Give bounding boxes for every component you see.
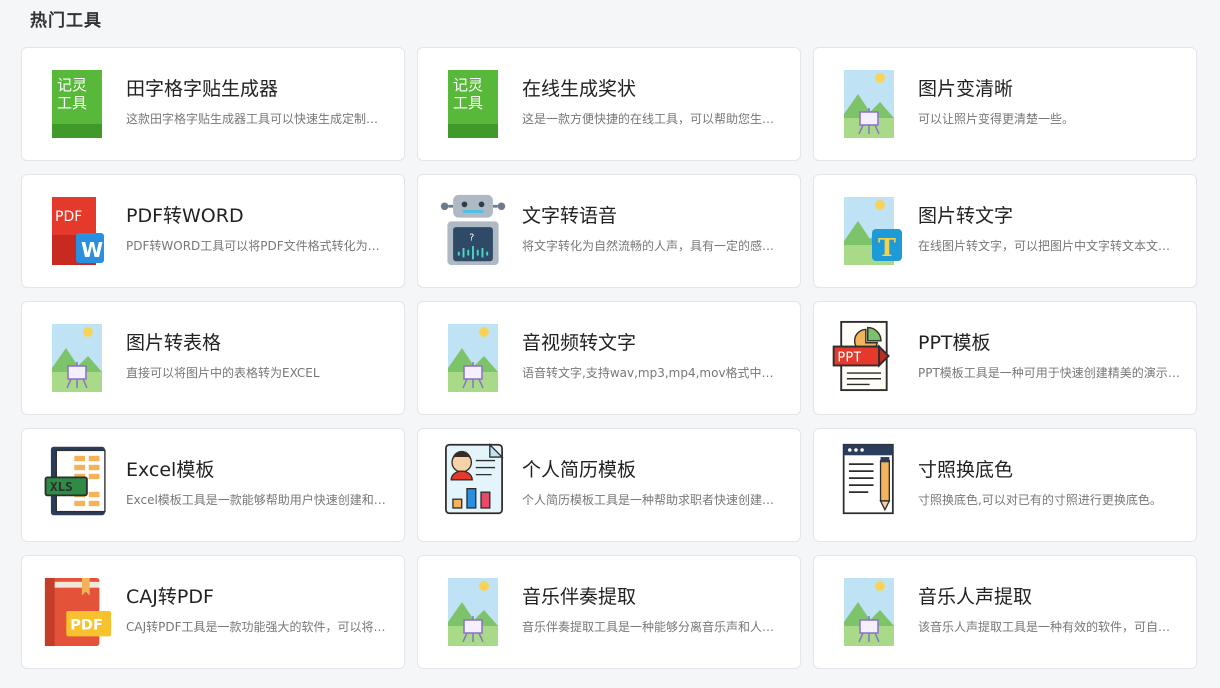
picture-text-icon: T [842,195,904,267]
svg-text:记灵: 记灵 [57,76,87,94]
svg-text:工具: 工具 [57,94,87,112]
tool-description: 寸照换底色,可以对已有的寸照进行更换底色。 [918,493,1162,507]
tool-card-pdf-to-word[interactable]: PDF W PDF转WORD PDF转WORD工具可以将PDF文件格式转化为WO… [21,174,405,288]
robot-voice-icon: ? [438,193,508,265]
tool-description: CAJ转PDF工具是一款功能强大的软件，可以将文件转换 [126,620,388,634]
svg-text:XLS: XLS [50,479,73,494]
tool-card-resume-template[interactable]: 个人简历模板 个人简历模板工具是一种帮助求职者快速创建专业简历 [417,428,801,542]
picture-easel-icon [842,576,896,648]
tool-card-accompaniment-extract[interactable]: 音乐伴奏提取 音乐伴奏提取工具是一种能够分离音乐声和人声的工具 [417,555,801,669]
tool-description: 这款田字格字贴生成器工具可以快速生成定制的字帖 [126,112,388,126]
tool-card-av-to-text[interactable]: 音视频转文字 语音转文字,支持wav,mp3,mp4,mov格式中的语音 [417,301,801,415]
tools-grid: 记灵 工具 田字格字贴生成器 这款田字格字贴生成器工具可以快速生成定制的字帖 记… [21,47,1197,669]
tool-description: Excel模板工具是一款能够帮助用户快速创建和编辑 [126,493,388,507]
tool-card-excel-template[interactable]: XLS Excel模板 Excel模板工具是一款能够帮助用户快速创建和编辑 [21,428,405,542]
tool-title: 寸照换底色 [918,459,1014,481]
tool-title: Excel模板 [126,459,215,481]
svg-text:PDF: PDF [55,209,82,225]
tool-title: 个人简历模板 [522,459,637,481]
caj-to-pdf-icon: PDF [42,576,114,648]
svg-text:记灵: 记灵 [453,76,483,94]
tool-title: 在线生成奖状 [522,78,637,100]
tool-title: PDF转WORD [126,205,244,227]
tool-card-image-to-text[interactable]: T 图片转文字 在线图片转文字，可以把图片中文字转文本文件内容 [813,174,1197,288]
tool-title: 音乐伴奏提取 [522,586,637,608]
tool-title: 图片转表格 [126,332,222,354]
picture-easel-icon [50,322,104,394]
tool-description: 语音转文字,支持wav,mp3,mp4,mov格式中的语音 [522,366,784,380]
tool-card-caj-to-pdf[interactable]: PDF CAJ转PDF CAJ转PDF工具是一款功能强大的软件，可以将文件转换 [21,555,405,669]
tool-description: 直接可以将图片中的表格转为EXCEL [126,366,320,380]
tool-title: 图片变清晰 [918,78,1014,100]
tool-card-image-to-table[interactable]: 图片转表格 直接可以将图片中的表格转为EXCEL [21,301,405,415]
picture-easel-icon [446,322,500,394]
tool-card-image-sharpen[interactable]: 图片变清晰 可以让照片变得更清楚一些。 [813,47,1197,161]
tool-card-text-to-speech[interactable]: ? 文字转语音 将文字转化为自然流畅的人声，具有一定的感情色彩 [417,174,801,288]
svg-text:PPT: PPT [837,351,861,366]
tool-card-vocal-extract[interactable]: 音乐人声提取 该音乐人声提取工具是一种有效的软件，可自动提取人声 [813,555,1197,669]
excel-template-icon: XLS [40,445,114,517]
tool-title: PPT模板 [918,332,991,354]
tool-title: 音视频转文字 [522,332,637,354]
tool-description: 该音乐人声提取工具是一种有效的软件，可自动提取人声 [918,620,1180,634]
picture-easel-icon [842,68,896,140]
svg-text:W: W [81,238,103,262]
section-title: 热门工具 [30,11,102,31]
tool-description: PDF转WORD工具可以将PDF文件格式转化为WORD [126,239,388,253]
tool-card-ppt-template[interactable]: PPT PPT模板 PPT模板工具是一种可用于快速创建精美的演示文稿 [813,301,1197,415]
tool-description: 在线图片转文字，可以把图片中文字转文本文件内容 [918,239,1180,253]
tool-description: 音乐伴奏提取工具是一种能够分离音乐声和人声的工具 [522,620,784,634]
tool-title: CAJ转PDF [126,586,214,608]
tool-card-id-photo-bg[interactable]: 寸照换底色 寸照换底色,可以对已有的寸照进行更换底色。 [813,428,1197,542]
pdf-to-word-icon: PDF W [50,195,104,267]
tool-description: 可以让照片变得更清楚一些。 [918,112,1075,126]
jiling-logo-icon: 记灵 工具 [446,68,500,140]
jiling-logo-icon: 记灵 工具 [50,68,104,140]
tool-title: 音乐人声提取 [918,586,1033,608]
tool-title: 文字转语音 [522,205,618,227]
id-photo-doc-icon [838,443,902,515]
svg-text:PDF: PDF [70,617,103,634]
tool-title: 田字格字贴生成器 [126,78,279,100]
resume-template-icon [438,443,510,515]
svg-text:T: T [878,233,896,262]
tool-description: 将文字转化为自然流畅的人声，具有一定的感情色彩 [522,239,784,253]
tool-description: 个人简历模板工具是一种帮助求职者快速创建专业简历 [522,493,784,507]
svg-text:工具: 工具 [453,94,483,112]
tool-description: PPT模板工具是一种可用于快速创建精美的演示文稿 [918,366,1180,380]
tool-card-tianzige[interactable]: 记灵 工具 田字格字贴生成器 这款田字格字贴生成器工具可以快速生成定制的字帖 [21,47,405,161]
tool-card-certificate[interactable]: 记灵 工具 在线生成奖状 这是一款方便快捷的在线工具，可以帮助您生成奖状 [417,47,801,161]
picture-easel-icon [446,576,500,648]
tool-description: 这是一款方便快捷的在线工具，可以帮助您生成奖状 [522,112,784,126]
ppt-template-icon: PPT [830,320,896,392]
svg-text:?: ? [469,232,474,243]
tool-title: 图片转文字 [918,205,1014,227]
